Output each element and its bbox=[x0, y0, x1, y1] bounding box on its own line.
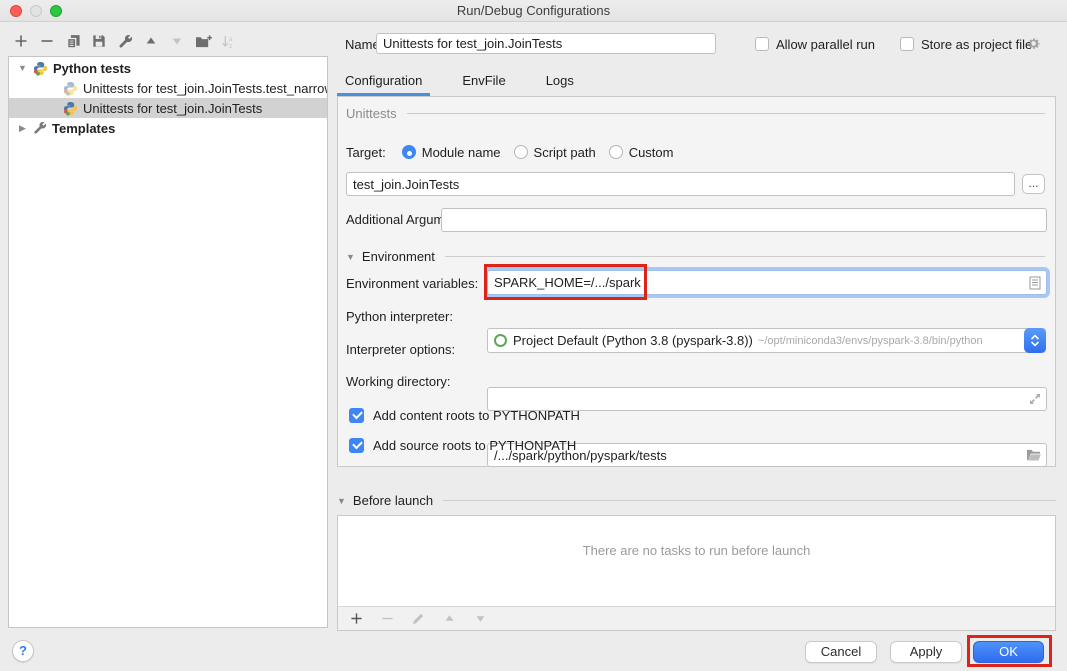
tree-item-label: Templates bbox=[52, 121, 115, 136]
section-divider bbox=[445, 256, 1045, 257]
python-tests-icon bbox=[33, 61, 48, 76]
environment-section-label: Environment bbox=[362, 249, 435, 264]
tab-bar: Configuration EnvFile Logs bbox=[337, 70, 606, 96]
svg-text:a: a bbox=[229, 36, 233, 43]
run-debug-configurations-dialog: Run/Debug Configurations az ▼ Pyt bbox=[0, 0, 1067, 671]
window-title: Run/Debug Configurations bbox=[0, 3, 1067, 18]
add-source-roots-label: Add source roots to PYTHONPATH bbox=[373, 438, 576, 453]
edit-templates-icon[interactable] bbox=[116, 32, 134, 50]
before-launch-header: ▼ Before launch bbox=[337, 493, 1056, 508]
additional-arguments-input[interactable] bbox=[441, 208, 1047, 232]
add-content-roots-row[interactable]: Add content roots to PYTHONPATH bbox=[349, 408, 580, 423]
ok-button[interactable]: OK bbox=[973, 641, 1044, 663]
unittests-group-title: Unittests bbox=[346, 106, 397, 121]
collapse-triangle-icon[interactable]: ▼ bbox=[346, 252, 355, 262]
environment-variables-field[interactable]: SPARK_HOME=/.../spark bbox=[487, 270, 1047, 295]
target-module-input[interactable] bbox=[346, 172, 1015, 196]
expand-field-icon[interactable] bbox=[1029, 393, 1041, 405]
tab-configuration[interactable]: Configuration bbox=[337, 70, 430, 96]
copy-icon[interactable] bbox=[64, 32, 82, 50]
edit-task-pencil-icon bbox=[409, 610, 427, 628]
python-interpreter-value: Project Default (Python 3.8 (pyspark-3.8… bbox=[513, 333, 753, 348]
add-content-roots-label: Add content roots to PYTHONPATH bbox=[373, 408, 580, 423]
cancel-button[interactable]: Cancel bbox=[805, 641, 877, 663]
tree-item-python-tests[interactable]: ▼ Python tests bbox=[9, 58, 327, 78]
add-icon[interactable] bbox=[12, 32, 30, 50]
name-input[interactable] bbox=[376, 33, 716, 54]
interpreter-options-label: Interpreter options: bbox=[346, 342, 455, 357]
browse-button[interactable]: ... bbox=[1022, 174, 1045, 194]
allow-parallel-run-checkbox[interactable] bbox=[755, 37, 769, 51]
tree-item-label: Python tests bbox=[53, 61, 131, 76]
target-option-script-path[interactable]: Script path bbox=[514, 145, 596, 160]
radio-custom[interactable] bbox=[609, 145, 623, 159]
save-icon[interactable] bbox=[90, 32, 108, 50]
add-source-roots-checkbox[interactable] bbox=[349, 438, 364, 453]
conda-env-icon bbox=[494, 334, 507, 347]
collapse-triangle-icon[interactable]: ▼ bbox=[337, 496, 346, 506]
tree-item-templates[interactable]: ▶ Templates bbox=[9, 118, 327, 138]
tab-envfile[interactable]: EnvFile bbox=[454, 70, 513, 96]
environment-section-header: ▼ Environment bbox=[346, 249, 1045, 264]
section-divider bbox=[443, 500, 1056, 501]
move-task-up-icon bbox=[440, 610, 458, 628]
python-interpreter-label: Python interpreter: bbox=[346, 309, 453, 324]
move-down-icon bbox=[168, 32, 186, 50]
move-up-icon[interactable] bbox=[142, 32, 160, 50]
apply-button[interactable]: Apply bbox=[890, 641, 962, 663]
python-test-config-icon bbox=[63, 101, 78, 116]
radio-script-path[interactable] bbox=[514, 145, 528, 159]
configuration-panel: Unittests Target: Module name Script pat… bbox=[337, 96, 1056, 467]
group-divider bbox=[407, 113, 1045, 114]
dropdown-stepper-icon[interactable] bbox=[1024, 328, 1046, 353]
help-button[interactable]: ? bbox=[12, 640, 34, 662]
python-test-config-icon bbox=[63, 81, 78, 96]
tree-item-label: Unittests for test_join.JoinTests bbox=[83, 101, 262, 116]
browse-env-vars-icon[interactable] bbox=[1029, 275, 1041, 290]
unittests-group-header: Unittests bbox=[346, 106, 1045, 121]
add-source-roots-row[interactable]: Add source roots to PYTHONPATH bbox=[349, 438, 576, 453]
target-row: Target: Module name Script path Custom bbox=[346, 142, 686, 162]
target-option-custom[interactable]: Custom bbox=[609, 145, 674, 160]
working-directory-label: Working directory: bbox=[346, 374, 451, 389]
templates-wrench-icon bbox=[33, 121, 47, 135]
add-content-roots-checkbox[interactable] bbox=[349, 408, 364, 423]
before-launch-label: Before launch bbox=[353, 493, 433, 508]
chevron-right-icon[interactable]: ▶ bbox=[17, 123, 28, 134]
new-folder-icon[interactable] bbox=[194, 32, 212, 50]
target-label: Target: bbox=[346, 145, 386, 160]
configurations-toolbar: az bbox=[12, 31, 238, 51]
gear-icon[interactable] bbox=[1026, 36, 1041, 51]
chevron-down-icon[interactable]: ▼ bbox=[17, 63, 28, 73]
before-launch-panel: There are no tasks to run before launch bbox=[337, 515, 1056, 631]
tab-logs[interactable]: Logs bbox=[538, 70, 582, 96]
environment-variables-value: SPARK_HOME=/.../spark bbox=[494, 275, 641, 290]
target-option-module-name[interactable]: Module name bbox=[402, 145, 501, 160]
svg-text:z: z bbox=[229, 43, 232, 49]
allow-parallel-run-label: Allow parallel run bbox=[776, 37, 875, 52]
tree-item-unittests-jointests[interactable]: Unittests for test_join.JoinTests bbox=[9, 98, 327, 118]
remove-task-icon bbox=[378, 610, 396, 628]
configurations-tree: ▼ Python tests Unittests for test_join.J… bbox=[8, 56, 328, 628]
tree-item-unittests-test-narrow[interactable]: Unittests for test_join.JoinTests.test_n… bbox=[9, 78, 327, 98]
remove-icon[interactable] bbox=[38, 32, 56, 50]
before-launch-toolbar bbox=[338, 606, 1055, 630]
radio-module-name[interactable] bbox=[402, 145, 416, 159]
sort-configurations-icon: az bbox=[220, 32, 238, 50]
python-interpreter-path: ~/opt/miniconda3/envs/pyspark-3.8/bin/py… bbox=[758, 335, 983, 347]
before-launch-empty-message: There are no tasks to run before launch bbox=[338, 543, 1055, 558]
store-as-project-file-checkbox[interactable] bbox=[900, 37, 914, 51]
move-task-down-icon bbox=[471, 610, 489, 628]
folder-icon[interactable] bbox=[1026, 449, 1041, 461]
store-as-project-file-label: Store as project file bbox=[921, 37, 1032, 52]
tree-item-label: Unittests for test_join.JoinTests.test_n… bbox=[83, 81, 327, 96]
title-bar: Run/Debug Configurations bbox=[0, 0, 1067, 22]
environment-variables-label: Environment variables: bbox=[346, 276, 478, 291]
python-interpreter-select[interactable]: Project Default (Python 3.8 (pyspark-3.8… bbox=[487, 328, 1046, 353]
add-task-icon[interactable] bbox=[347, 610, 365, 628]
